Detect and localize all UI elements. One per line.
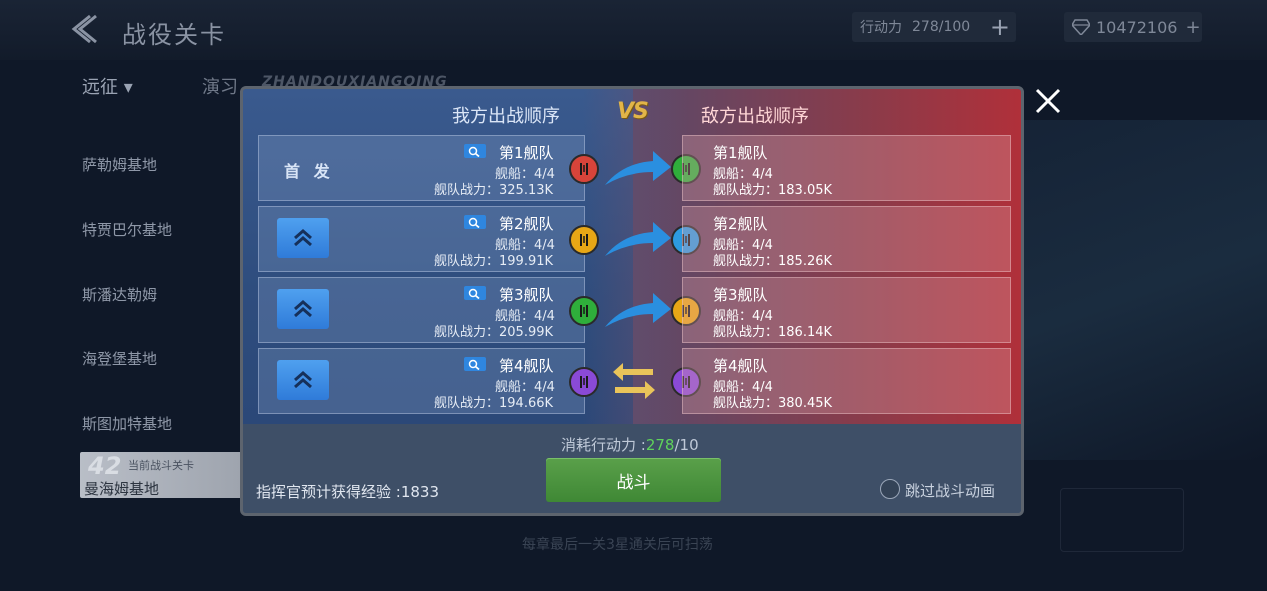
advantage-arrow-icon xyxy=(605,151,671,185)
magnifier-icon[interactable] xyxy=(464,286,486,300)
advantage-arrow-icon xyxy=(605,222,671,256)
action-points-value: 278/100 xyxy=(912,19,971,35)
enemy-fleet-card-3: 第3舰队 舰船：4/4 舰队战力：186.14K xyxy=(682,277,1011,343)
action-points-label: 行动力 xyxy=(860,20,902,36)
current-stage-name: 曼海姆基地 xyxy=(84,480,160,498)
enemy-order-header: 敌方出战顺序 xyxy=(701,106,809,127)
sidebar-item-heidenburg[interactable]: 海登堡基地 xyxy=(82,348,157,369)
ally-fleet-card-2[interactable]: 第2舰队 舰船：4/4 舰队战力：199.91K xyxy=(258,206,585,272)
ally-fleet-card-1[interactable]: 首 发 第1舰队 舰船：4/4 舰队战力：325.13K xyxy=(258,135,585,201)
ally-fleet-name: 第2舰队 xyxy=(499,215,554,233)
enemy-fleet-name: 第3舰队 xyxy=(713,286,768,304)
double-chevron-up-icon xyxy=(294,300,312,318)
battle-order-dialog: 我方出战顺序 VS 敌方出战顺序 首 发 第1舰队 舰船：4/4 舰队战力：32… xyxy=(240,86,1024,516)
first-launch-label: 首 发 xyxy=(284,162,334,181)
sidebar-item-salem[interactable]: 萨勒姆基地 xyxy=(82,154,157,175)
ally-fleet-name: 第3舰队 xyxy=(499,286,554,304)
double-chevron-up-icon xyxy=(294,371,312,389)
ally-fleet-power: 舰队战力：205.99K xyxy=(434,325,554,340)
current-stage-label: 当前战斗关卡 xyxy=(128,459,194,472)
action-cost-total: /10 xyxy=(674,436,699,454)
back-arrow-icon[interactable] xyxy=(66,12,100,46)
skip-animation-label[interactable]: 跳过战斗动画 xyxy=(905,480,995,501)
ally-fleet-type-badge-2 xyxy=(569,225,599,255)
magnifier-icon[interactable] xyxy=(464,215,486,229)
enemy-fleet-power: 舰队战力：380.45K xyxy=(713,396,833,411)
magnifier-icon[interactable] xyxy=(464,357,486,371)
background-art xyxy=(1022,120,1267,460)
diamond-box: 10472106 + xyxy=(1064,12,1202,42)
dialog-footer: 消耗行动力 :278/10 战斗 指挥官预计获得经验 :1833 跳过战斗动画 xyxy=(243,424,1021,513)
action-points-box: 行动力 278/100 + xyxy=(852,12,1016,42)
ally-fleet-power: 舰队战力：199.91K xyxy=(434,254,554,269)
battle-button[interactable]: 战斗 xyxy=(546,458,721,502)
advantage-arrow-icon xyxy=(605,293,671,327)
ally-fleet-type-badge-4 xyxy=(569,367,599,397)
ally-order-header: 我方出战顺序 xyxy=(452,106,560,127)
current-stage-number: 42 xyxy=(88,452,122,480)
double-chevron-up-icon xyxy=(294,229,312,247)
ally-fleet-name: 第1舰队 xyxy=(499,144,554,162)
diamond-value: 10472106 xyxy=(1096,17,1178,37)
ally-fleet-card-4[interactable]: 第4舰队 舰船：4/4 舰队战力：194.66K xyxy=(258,348,585,414)
action-cost-current: 278 xyxy=(645,436,675,454)
ally-fleet-power: 舰队战力：325.13K xyxy=(434,183,554,198)
tab-expedition[interactable]: 远征 ▾ xyxy=(82,73,133,99)
sweep-hint: 每章最后一关3星通关后可扫荡 xyxy=(522,537,713,553)
sidebar-item-stuttgart[interactable]: 斯图加特基地 xyxy=(82,413,172,434)
swap-arrows-icon xyxy=(613,363,655,399)
diamond-icon xyxy=(1072,19,1090,35)
current-stage-card[interactable]: 42 当前战斗关卡 曼海姆基地 xyxy=(80,452,248,498)
ally-fleet-type-badge-1 xyxy=(569,154,599,184)
magnifier-icon[interactable] xyxy=(464,144,486,158)
enemy-fleet-power: 舰队战力：186.14K xyxy=(713,325,833,340)
enemy-fleet-card-2: 第2舰队 舰船：4/4 舰队战力：185.26K xyxy=(682,206,1011,272)
ally-fleet-power: 舰队战力：194.66K xyxy=(434,396,554,411)
move-up-button[interactable] xyxy=(277,289,329,329)
ally-fleet-card-3[interactable]: 第3舰队 舰船：4/4 舰队战力：205.99K xyxy=(258,277,585,343)
sidebar-item-tejabar[interactable]: 特贾巴尔基地 xyxy=(82,219,172,240)
ally-fleet-name: 第4舰队 xyxy=(499,357,554,375)
move-up-button[interactable] xyxy=(277,218,329,258)
vs-label: VS xyxy=(617,99,649,124)
ally-fleet-type-badge-3 xyxy=(569,296,599,326)
enemy-fleet-name: 第1舰队 xyxy=(713,144,768,162)
enemy-fleet-card-4: 第4舰队 舰船：4/4 舰队战力：380.45K xyxy=(682,348,1011,414)
move-up-button[interactable] xyxy=(277,360,329,400)
enemy-fleet-card-1: 第1舰队 舰船：4/4 舰队战力：183.05K xyxy=(682,135,1011,201)
enemy-fleet-power: 舰队战力：183.05K xyxy=(713,183,833,198)
page-title: 战役关卡 xyxy=(122,21,226,49)
skip-animation-radio[interactable] xyxy=(880,479,900,499)
sweep-panel xyxy=(1060,488,1184,552)
enemy-fleet-name: 第2舰队 xyxy=(713,215,768,233)
enemy-fleet-power: 舰队战力：185.26K xyxy=(713,254,833,269)
commander-exp: 指挥官预计获得经验 :1833 xyxy=(256,483,439,501)
add-diamond-icon[interactable]: + xyxy=(1185,17,1200,38)
tab-exercise[interactable]: 演习 xyxy=(202,73,238,99)
add-action-points-icon[interactable]: + xyxy=(990,15,1010,39)
action-cost-label: 消耗行动力 : xyxy=(561,436,646,454)
enemy-fleet-name: 第4舰队 xyxy=(713,357,768,375)
sidebar-item-spandalem[interactable]: 斯潘达勒姆 xyxy=(82,284,157,305)
action-cost: 消耗行动力 :278/10 xyxy=(561,434,699,455)
close-icon[interactable] xyxy=(1033,86,1063,116)
